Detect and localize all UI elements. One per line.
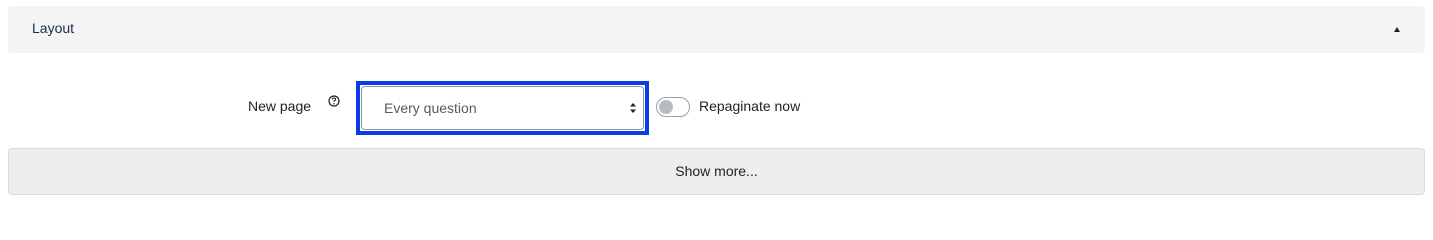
chevron-up-icon[interactable] [1394,27,1400,32]
sort-arrows-icon [630,103,636,113]
toggle-knob [659,100,673,114]
repaginate-label[interactable]: Repaginate now [699,98,800,114]
new-page-select[interactable]: Every question [356,81,649,135]
select-box[interactable]: Every question [361,86,644,130]
new-page-label: New page [248,98,312,114]
help-icon[interactable] [328,95,340,107]
repaginate-toggle[interactable] [656,97,690,117]
section-header-layout[interactable]: Layout [8,6,1425,53]
new-page-select-value: Every question [384,100,477,116]
section-title: Layout [32,20,75,36]
show-more-button[interactable]: Show more... [8,148,1425,195]
